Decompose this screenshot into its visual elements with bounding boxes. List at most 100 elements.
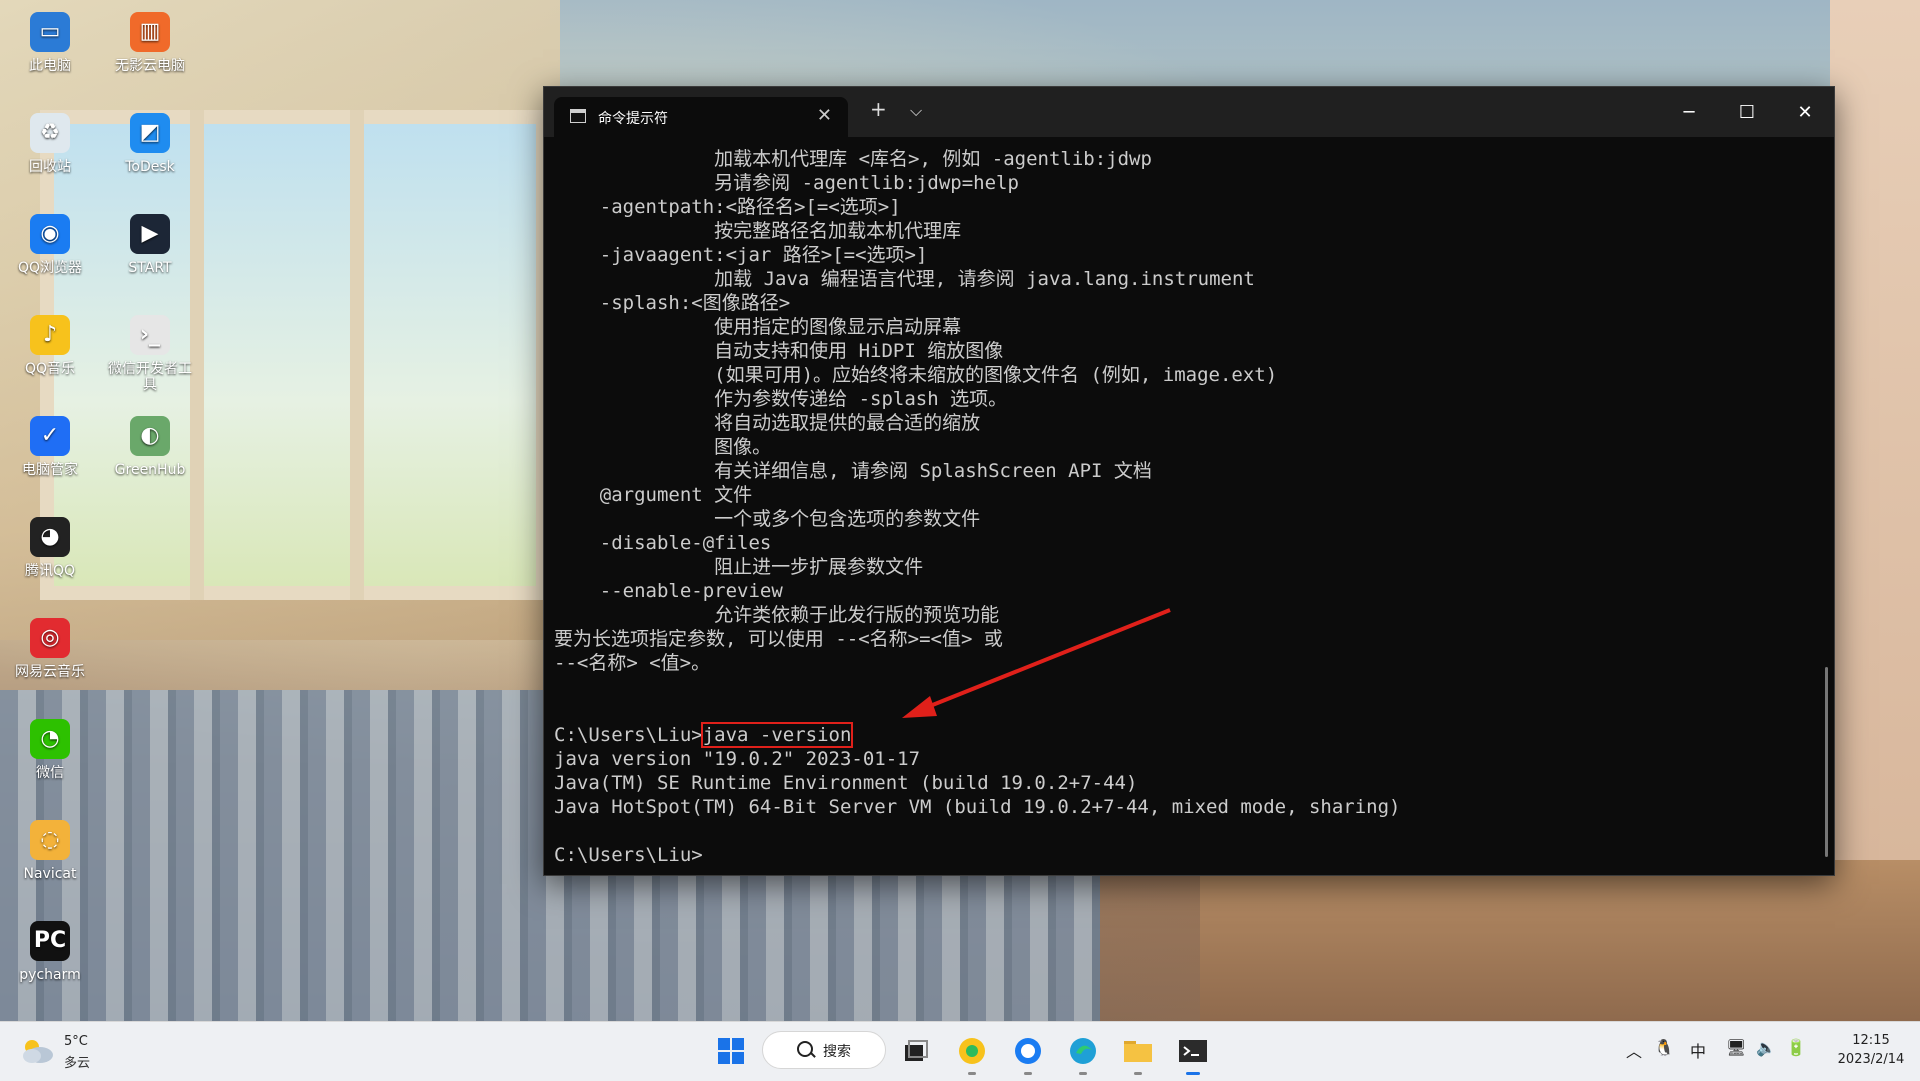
desktop-icon-cloud-pc[interactable]: ▥ 无影云电脑 [105,12,195,74]
qq-music-icon [959,1038,985,1064]
terminal-line: 自动支持和使用 HiDPI 缩放图像 [554,340,1004,362]
ime-indicator[interactable]: 中 [1690,1038,1706,1062]
terminal-line: 要为长选项指定参数, 可以使用 --<名称>=<值> 或 [554,628,1003,650]
taskbar-qq-browser[interactable] [1008,1031,1048,1075]
battery-icon[interactable]: 🔋 [1786,1038,1806,1057]
terminal-line: 允许类依赖于此发行版的预览功能 [554,604,1000,626]
desktop-icon-label: pycharm [19,967,81,983]
terminal-line: -splash:<图像路径> [554,292,791,314]
taskbar-terminal[interactable] [1173,1031,1213,1075]
wallpaper-window-bar [350,110,364,600]
tab-close-icon[interactable]: ✕ [817,105,832,126]
title-bar[interactable]: 命令提示符 ✕ + ⌵ ─ ☐ ✕ [544,87,1834,137]
terminal-line: 阻止进一步扩展参数文件 [554,556,924,578]
todesk-icon: ◩ [130,113,170,153]
pycharm-icon: PC [30,921,70,961]
scrollbar[interactable] [1825,667,1828,857]
desktop-icon-greenhub[interactable]: ◐ GreenHub [105,416,195,478]
running-indicator [1024,1072,1032,1075]
desktop-icon-label: 无影云电脑 [115,58,185,74]
running-indicator [968,1072,976,1075]
prompt-text: C:\Users\Liu> [554,724,703,746]
desktop-icon-qq-music[interactable]: ♪ QQ音乐 [5,315,95,377]
desktop-icon-pycharm[interactable]: PC pycharm [5,921,95,983]
desktop-icon-wechat-devtools[interactable]: ›_ 微信开发者工具 [105,315,195,393]
start-icon: ▶ [130,214,170,254]
terminal-line: 图像。 [554,436,772,458]
terminal-line: 一个或多个包含选项的参数文件 [554,508,981,530]
output-line: java version "19.0.2" 2023-01-17 [554,748,921,770]
taskbar-file-explorer[interactable] [1118,1031,1158,1075]
recycle-bin-icon: ♻ [30,113,70,153]
terminal-line: @argument 文件 [554,484,753,506]
desktop-icon-label: QQ音乐 [24,361,76,377]
desktop-icon-todesk[interactable]: ◩ ToDesk [105,113,195,175]
terminal-output[interactable]: 加载本机代理库 <库名>, 例如 -agentlib:jdwp 另请参阅 -ag… [544,137,1834,875]
terminal-line: -agentpath:<路径名>[=<选项>] [554,196,901,218]
volume-icon[interactable]: 🔈 [1756,1038,1776,1057]
tray-qq-icon[interactable]: 🐧 [1654,1038,1674,1057]
desktop-icon-start[interactable]: ▶ START [105,214,195,276]
terminal-line: --enable-preview [554,580,783,602]
weather-widget[interactable]: 5°C 多云 [20,1032,140,1072]
taskbar-edge[interactable] [1063,1031,1103,1075]
desktop-icon-label: QQ浏览器 [17,260,83,276]
desktop-icon-pc-manager[interactable]: ✓ 电脑管家 [5,416,95,478]
desktop-icon-qq-browser[interactable]: ◉ QQ浏览器 [5,214,95,276]
terminal-line: -javaagent:<jar 路径>[=<选项>] [554,244,928,266]
terminal-line: (如果可用)。应始终将未缩放的图像文件名 (例如, image.ext) [554,364,1278,386]
terminal-line: 加载 Java 编程语言代理, 请参阅 java.lang.instrument [554,268,1255,290]
weather-desc: 多云 [64,1056,91,1071]
desktop-icon-label: 微信 [36,765,64,781]
terminal-line: --<名称> <值>。 [554,652,711,674]
wallpaper-right-wall [1830,0,1920,860]
desktop-icon-label: 电脑管家 [22,462,78,478]
command-text-highlighted: java -version [700,722,854,748]
output-line: Java HotSpot(TM) 64-Bit Server VM (build… [554,796,1401,818]
qq-icon: ◕ [30,517,70,557]
qq-music-icon: ♪ [30,315,70,355]
close-window-icon[interactable]: ✕ [1776,87,1834,137]
minimize-icon[interactable]: ─ [1660,87,1718,137]
command-output: java version "19.0.2" 2023-01-17 Java(TM)… [554,747,1834,843]
wechat-devtools-icon: ›_ [130,315,170,355]
edge-icon [1070,1038,1096,1064]
search-icon [797,1041,813,1057]
maximize-icon[interactable]: ☐ [1718,87,1776,137]
terminal-line: 将自动选取提供的最合适的缩放 [554,412,981,434]
clock-date: 2023/2/14 [1837,1052,1905,1067]
terminal-line: 有关详细信息, 请参阅 SplashScreen API 文档 [554,460,1152,482]
desktop-icon-navicat[interactable]: ◌ Navicat [5,820,95,882]
desktop-icon-label: 回收站 [29,159,71,175]
wallpaper-floor [1200,860,1920,1021]
desktop-icon-wechat[interactable]: ◔ 微信 [5,719,95,781]
taskbar-qq-music[interactable] [952,1031,992,1075]
new-tab-plus-icon[interactable]: + [870,99,887,119]
weather-temp: 5°C [64,1034,88,1049]
start-button[interactable] [711,1031,751,1071]
desktop-icon-recycle-bin[interactable]: ♻ 回收站 [5,113,95,175]
cloud-pc-icon: ▥ [130,12,170,52]
tab-command-prompt[interactable]: 命令提示符 ✕ [554,97,848,137]
clock[interactable]: 12:15 2023/2/14 [1826,1031,1916,1069]
tray-chevron-up-icon[interactable]: ︿ [1626,1038,1642,1062]
terminal-icon [570,109,586,123]
terminal-line: 作为参数传递给 -splash 选项。 [554,388,1008,410]
desktop-icon-label: 此电脑 [29,58,71,74]
taskbar-search[interactable]: 搜索 [762,1031,886,1069]
netease-music-icon: ◎ [30,618,70,658]
task-view-icon [905,1040,928,1061]
tab-dropdown-chevron-icon[interactable]: ⌵ [910,101,922,121]
desktop-icon-label: Navicat [23,866,77,882]
command-line: C:\Users\Liu>java -version [554,722,1834,748]
network-icon[interactable]: 🖥 [1726,1038,1746,1057]
desktop-icon-computer[interactable]: ▭ 此电脑 [5,12,95,74]
running-indicator [1079,1072,1087,1075]
command-prompt-window[interactable]: 命令提示符 ✕ + ⌵ ─ ☐ ✕ 加载本机代理库 <库名>, 例如 -agen… [543,86,1835,876]
task-view-button[interactable] [896,1031,936,1071]
terminal-line: 使用指定的图像显示启动屏幕 [554,316,962,338]
desktop-icon-qq[interactable]: ◕ 腾讯QQ [5,517,95,579]
search-label: 搜索 [823,1044,851,1060]
desktop-icon-netease-music[interactable]: ◎ 网易云音乐 [5,618,95,680]
